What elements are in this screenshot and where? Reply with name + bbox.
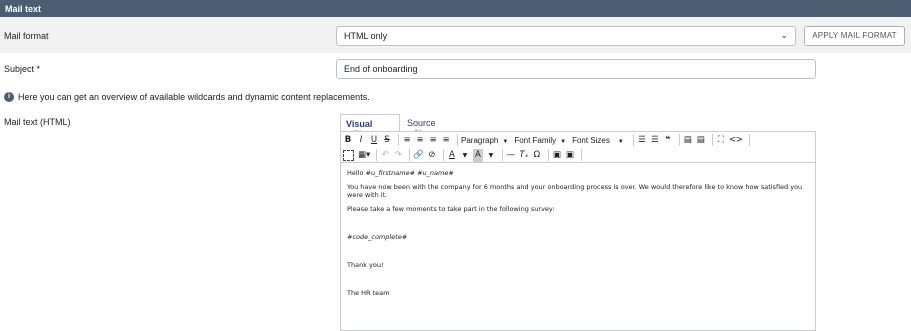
bold-button[interactable]: B	[343, 134, 353, 147]
rich-text-editor: B I U S ≡ ≡ ≡ ≡ Paragraph ▼ Font Family ▼ …	[340, 131, 816, 331]
media-icon[interactable]: ▣	[565, 149, 575, 162]
wildcards-info-text: Here you can get an overview of availabl…	[18, 92, 370, 102]
caret-down-icon[interactable]: ▼	[460, 149, 470, 162]
apply-mail-format-button[interactable]: APPLY MAIL FORMAT	[804, 26, 905, 46]
special-character-icon[interactable]: Ω	[532, 149, 542, 162]
paragraph-dropdown[interactable]: Paragraph ▼	[461, 136, 508, 145]
toolbar-divider	[501, 149, 503, 161]
mail-format-value: HTML only	[344, 31, 388, 41]
caret-down-icon: ▼	[502, 138, 509, 145]
blockquote-icon[interactable]: ❝	[663, 134, 673, 147]
toolbar-divider	[678, 134, 680, 146]
toolbar-divider	[632, 134, 634, 146]
toolbar-divider	[711, 134, 713, 146]
subject-label: Subject *	[4, 64, 41, 74]
caret-down-icon[interactable]: ▼	[486, 149, 496, 162]
underline-button[interactable]: U	[369, 134, 379, 147]
align-center-icon[interactable]: ≡	[415, 134, 425, 147]
greeting-line: Hello #u_firstname# #u_name#	[347, 169, 809, 177]
font-family-dropdown-label: Font Family	[514, 135, 557, 145]
toolbar-divider	[580, 149, 582, 161]
indent-icon[interactable]: ▤	[696, 134, 706, 147]
italic-button[interactable]: I	[356, 134, 366, 147]
undo-icon[interactable]: ↶	[380, 149, 390, 162]
code-icon[interactable]: <>	[729, 134, 743, 147]
subject-input[interactable]: End of onboarding	[336, 59, 816, 79]
toolbar-divider	[547, 149, 549, 161]
thanks-line: Thank you!	[347, 261, 384, 269]
code-wildcard: #code_complete#	[347, 233, 408, 241]
font-sizes-dropdown-label: Font Sizes	[572, 135, 610, 145]
greeting-prefix: Hello	[347, 169, 366, 177]
toolbar-divider	[398, 134, 399, 146]
tab-source-editor[interactable]: Source editor	[402, 114, 462, 138]
body-paragraph-1: You have now been with the company for 6…	[347, 183, 803, 199]
caret-down-icon: ▼	[560, 138, 567, 145]
info-icon: i	[4, 92, 14, 102]
toolbar-divider	[409, 149, 411, 161]
redo-icon[interactable]: ↷	[393, 149, 403, 162]
chevron-down-icon: ⌄	[780, 30, 788, 40]
fullscreen-icon[interactable]: ⛶	[716, 134, 726, 147]
greeting-wildcards: #u_firstname# #u_name#	[365, 169, 454, 177]
paragraph-dropdown-label: Paragraph	[461, 135, 499, 145]
clear-formatting-icon[interactable]: Tₓ	[519, 149, 529, 162]
mail-format-select[interactable]: HTML only ⌄	[336, 26, 796, 46]
image-icon[interactable]: ▣	[552, 149, 562, 162]
numbered-list-icon[interactable]: ☰	[650, 134, 660, 147]
toolbar-divider	[749, 134, 751, 146]
font-family-dropdown[interactable]: Font Family ▼	[514, 136, 566, 145]
strikethrough-button[interactable]: S	[382, 134, 392, 147]
mail-text-label: Mail text (HTML)	[4, 117, 71, 127]
font-sizes-dropdown[interactable]: Font Sizes ▼	[572, 136, 624, 145]
background-color-icon[interactable]: A	[472, 148, 483, 162]
mail-format-label: Mail format	[4, 31, 49, 41]
signature-line: The HR team	[347, 289, 390, 297]
outdent-icon[interactable]: ▤	[683, 134, 693, 147]
align-right-icon[interactable]: ≡	[428, 134, 438, 147]
bullet-list-icon[interactable]: ☰	[637, 134, 647, 147]
caret-down-icon: ▼	[617, 138, 624, 145]
select-all-icon[interactable]	[343, 149, 354, 161]
section-header: Mail text	[0, 0, 911, 17]
toolbar-divider	[376, 149, 378, 161]
body-paragraph-2: Please take a few moments to take part i…	[347, 205, 555, 213]
section-title: Mail text	[5, 4, 42, 14]
link-icon[interactable]: 🔗	[413, 149, 424, 162]
editor-toolbar: B I U S ≡ ≡ ≡ ≡ Paragraph ▼ Font Family ▼ …	[341, 132, 815, 163]
editor-content[interactable]: Hello #u_firstname# #u_name# You have no…	[341, 163, 815, 309]
tab-visual-editor[interactable]: Visual editor	[340, 114, 400, 139]
unlink-icon[interactable]: ⊘	[427, 149, 437, 162]
table-icon[interactable]: ▦▾	[358, 149, 370, 162]
toolbar-divider	[457, 134, 458, 146]
align-left-icon[interactable]: ≡	[402, 134, 412, 147]
toolbar-divider	[442, 149, 444, 161]
horizontal-rule-icon[interactable]: —	[506, 149, 516, 162]
align-justify-icon[interactable]: ≡	[441, 134, 451, 147]
text-color-icon[interactable]: A	[447, 149, 457, 162]
